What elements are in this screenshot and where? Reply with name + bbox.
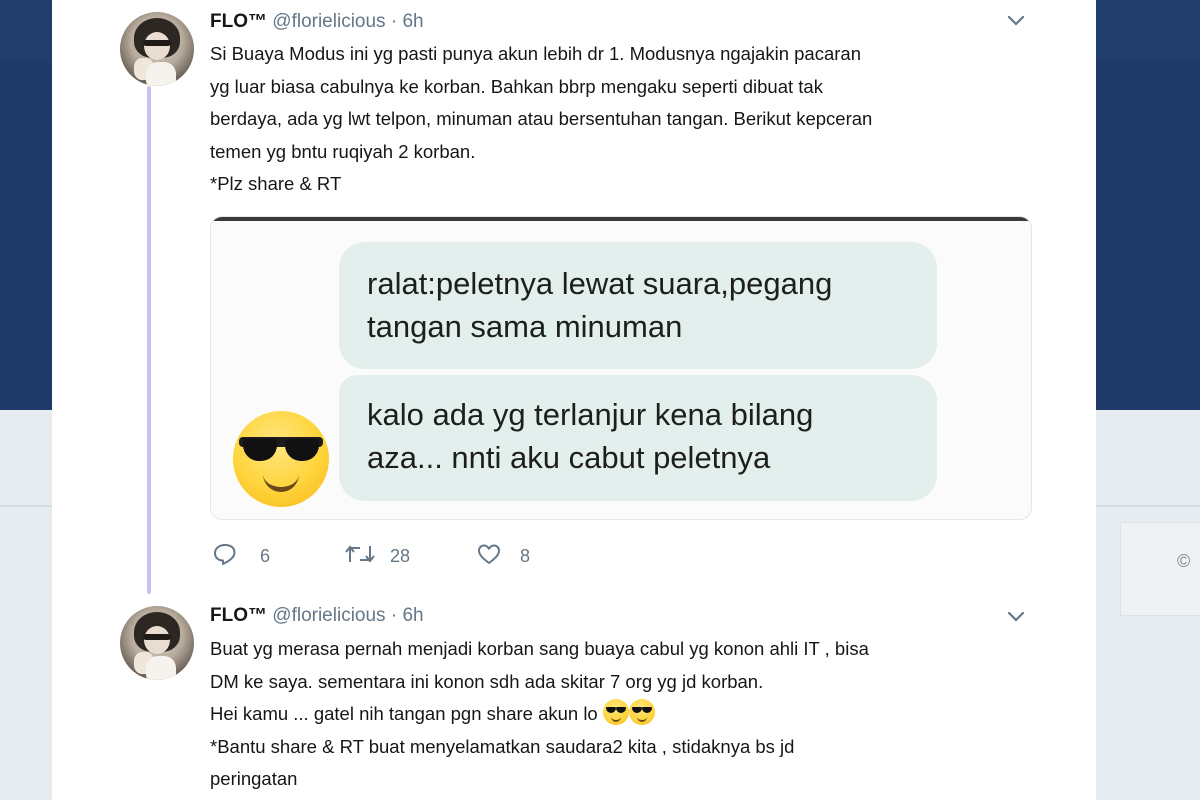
user-handle[interactable]: @florielicious [272,605,385,626]
retweet-count: 28 [390,546,411,566]
sunglasses-emoji-icon [602,699,629,725]
background-side-card: © [1120,522,1200,616]
tweet-header: FLO™ @florielicious · 6h [210,603,424,629]
separator-dot: · [390,605,398,626]
chat-bubble: kalo ada yg terlanjur kena bilang aza...… [339,375,937,501]
tweet-media-image[interactable]: ralat:peletnya lewat suara,pegang tangan… [210,216,1032,520]
reply-count: 6 [260,546,271,566]
tweet-text: Buat yg merasa pernah menjadi korban san… [210,633,1030,796]
tweet-text-line: berdaya, ada yg lwt telpon, minuman atau… [210,108,873,129]
display-name[interactable]: FLO™ [210,605,267,626]
reply-icon [214,544,236,565]
separator-dot: · [390,11,398,32]
heart-icon [478,544,500,564]
sunglasses-emoji-icon [628,699,655,725]
tweet-text-line: peringatan [210,768,298,789]
chat-bubble-line: kalo ada yg terlanjur kena bilang [367,397,814,432]
tweet-text: Si Buaya Modus ini yg pasti punya akun l… [210,38,1030,201]
thread-connector-line [147,86,151,594]
tweet-text-line: Buat yg merasa pernah menjadi korban san… [210,638,869,659]
avatar[interactable] [120,606,194,680]
tweet-text-segment: Hei kamu ... gatel nih tangan pgn share … [210,703,598,724]
chat-bubble-line: tangan sama minuman [367,309,683,344]
tweet-text-line: temen yg bntu ruqiyah 2 korban. [210,140,476,162]
chevron-down-icon[interactable] [1006,610,1026,629]
tweet-thread-modal: FLO™ @florielicious · 6h Si Buaya Modus … [52,0,1096,800]
sunglasses-emoji-icon [233,411,329,507]
tweet-text-line-with-emoji: Hei kamu ... gatel nih tangan pgn share … [210,698,1030,731]
chat-bubble: ralat:peletnya lewat suara,pegang tangan… [339,242,937,369]
tweet-text-line: yg luar biasa cabulnya ke korban. Bahkan… [210,75,823,97]
tweet-header: FLO™ @florielicious · 6h [210,9,424,35]
avatar[interactable] [120,12,194,86]
chat-bubble-line: aza... nnti aku cabut peletnya [367,440,771,475]
display-name[interactable]: FLO™ [210,11,267,32]
tweet-text-line: Si Buaya Modus ini yg pasti punya akun l… [210,43,861,64]
tweet-text-line: *Plz share & RT [210,173,342,194]
tweet-timestamp[interactable]: 6h [402,11,423,32]
tweet-text-line: DM ke saya. sementara ini konon sdh ada … [210,670,764,692]
tweet-timestamp[interactable]: 6h [402,605,423,626]
copyright-glyph: © [1177,551,1191,571]
chat-bubble-line: ralat:peletnya lewat suara,pegang [367,266,833,301]
like-count: 8 [520,546,531,566]
tweet-text-line: *Bantu share & RT buat menyelamatkan sau… [210,735,795,757]
retweet-icon [345,545,375,563]
media-top-bar [211,217,1031,221]
chevron-down-icon[interactable] [1006,14,1026,33]
user-handle[interactable]: @florielicious [272,11,385,32]
